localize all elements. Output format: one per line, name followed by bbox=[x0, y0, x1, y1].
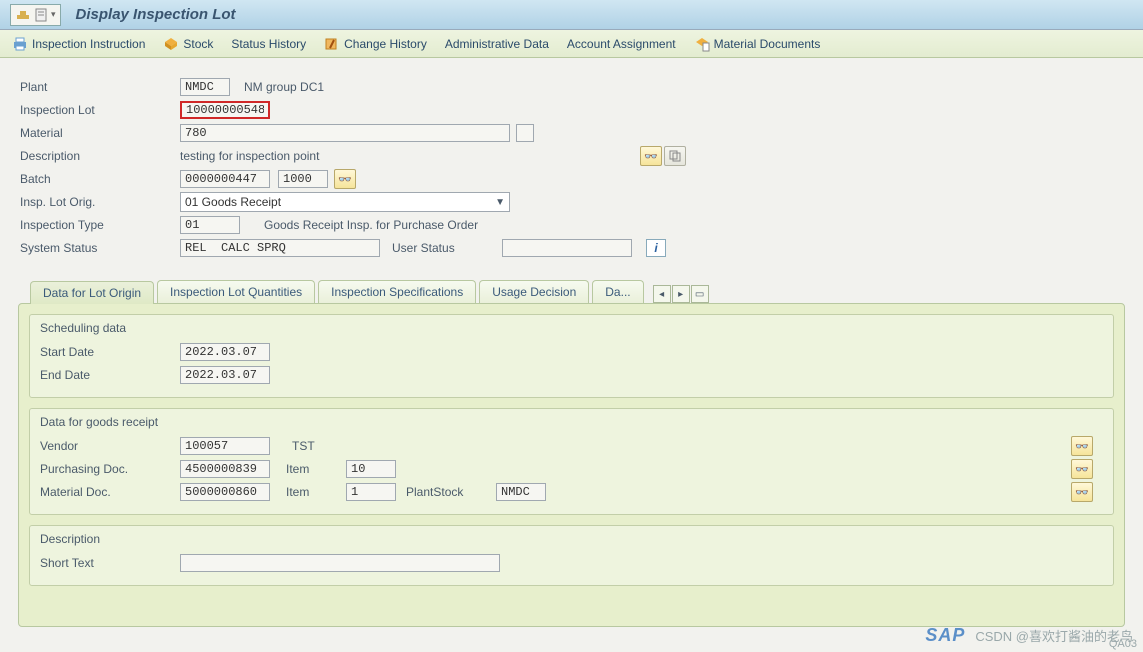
plant-desc: NM group DC1 bbox=[244, 80, 324, 94]
end-date-label: End Date bbox=[40, 368, 180, 382]
tab-lot-quantities[interactable]: Inspection Lot Quantities bbox=[157, 280, 315, 303]
matdoc-label: Material Doc. bbox=[40, 485, 180, 499]
start-date-field[interactable] bbox=[180, 343, 270, 361]
tab-more[interactable]: Da... bbox=[592, 280, 643, 303]
goods-receipt-title: Data for goods receipt bbox=[40, 415, 1103, 429]
batch-label: Batch bbox=[20, 172, 180, 186]
vendor-detail-button[interactable]: 👓 bbox=[1071, 436, 1093, 456]
plant-label: Plant bbox=[20, 80, 180, 94]
copy-icon bbox=[669, 150, 681, 162]
description-groupbox: Description Short Text bbox=[29, 525, 1114, 586]
plantstock-label: PlantStock bbox=[406, 485, 496, 499]
tab-list-button[interactable]: ▭ bbox=[691, 285, 709, 303]
shorttext-label: Short Text bbox=[40, 556, 180, 570]
item2-field[interactable] bbox=[346, 483, 396, 501]
material-field[interactable] bbox=[180, 124, 510, 142]
tab-scroll-controls: ◂ ▸ ▭ bbox=[653, 285, 709, 303]
watermark: SAP CSDN @喜欢打酱油的老鸟 bbox=[925, 625, 1133, 646]
tabs-bar: Data for Lot Origin Inspection Lot Quant… bbox=[18, 280, 1125, 303]
page-title: Display Inspection Lot bbox=[76, 6, 236, 23]
inspection-instruction-link[interactable]: Inspection Instruction bbox=[12, 36, 145, 52]
title-icon-group[interactable]: ▾ bbox=[10, 4, 61, 26]
description-detail-button[interactable]: 👓 bbox=[640, 146, 662, 166]
item1-field[interactable] bbox=[346, 460, 396, 478]
material-label: Material bbox=[20, 126, 180, 140]
tab-usage-decision[interactable]: Usage Decision bbox=[479, 280, 589, 303]
batch-detail-button[interactable]: 👓 bbox=[334, 169, 356, 189]
dropdown-arrow-icon: ▾ bbox=[51, 9, 56, 20]
insp-type-field[interactable] bbox=[180, 216, 240, 234]
description-label: Description bbox=[20, 149, 180, 163]
desc-group-title: Description bbox=[40, 532, 1103, 546]
shorttext-field[interactable] bbox=[180, 554, 500, 572]
tabs-wrap: Data for Lot Origin Inspection Lot Quant… bbox=[18, 280, 1125, 627]
chevron-down-icon: ▼ bbox=[495, 197, 505, 208]
plant-field[interactable] bbox=[180, 78, 230, 96]
purchdoc-label: Purchasing Doc. bbox=[40, 462, 180, 476]
insp-lot-orig-dropdown[interactable]: 01 Goods Receipt ▼ bbox=[180, 192, 510, 212]
scheduling-title: Scheduling data bbox=[40, 321, 1103, 335]
title-bar: ▾ Display Inspection Lot bbox=[0, 0, 1143, 30]
hat-icon bbox=[15, 7, 31, 23]
description-copy-button[interactable] bbox=[664, 146, 686, 166]
matdoc-field[interactable] bbox=[180, 483, 270, 501]
material-doc-icon bbox=[694, 36, 710, 52]
vendor-label: Vendor bbox=[40, 439, 180, 453]
batch-field[interactable] bbox=[180, 170, 270, 188]
inspection-lot-field[interactable] bbox=[180, 101, 270, 119]
status-info-button[interactable]: i bbox=[646, 239, 666, 257]
toolbar: Inspection Instruction Stock Status Hist… bbox=[0, 30, 1143, 58]
transaction-code: QA03 bbox=[1109, 638, 1137, 650]
printer-icon bbox=[12, 36, 28, 52]
change-history-link[interactable]: Change History bbox=[324, 36, 427, 52]
scheduling-groupbox: Scheduling data Start Date End Date bbox=[29, 314, 1114, 398]
material-extra-box[interactable] bbox=[516, 124, 534, 142]
vendor-field[interactable] bbox=[180, 437, 270, 455]
stock-icon bbox=[163, 36, 179, 52]
vendor-name: TST bbox=[292, 439, 315, 453]
goods-receipt-groupbox: Data for goods receipt Vendor TST 👓 Purc… bbox=[29, 408, 1114, 515]
tab-scroll-left-button[interactable]: ◂ bbox=[653, 285, 671, 303]
item2-label: Item bbox=[286, 485, 346, 499]
plantstock-field[interactable] bbox=[496, 483, 546, 501]
user-status-field bbox=[502, 239, 632, 257]
start-date-label: Start Date bbox=[40, 345, 180, 359]
user-status-label: User Status bbox=[392, 241, 472, 255]
matdoc-detail-button[interactable]: 👓 bbox=[1071, 482, 1093, 502]
tab-scroll-right-button[interactable]: ▸ bbox=[672, 285, 690, 303]
admin-data-link[interactable]: Administrative Data bbox=[445, 37, 549, 51]
insp-type-label: Inspection Type bbox=[20, 218, 180, 232]
purchdoc-detail-button[interactable]: 👓 bbox=[1071, 459, 1093, 479]
main-form: Plant NM group DC1 Inspection Lot Materi… bbox=[0, 58, 1143, 266]
batch-extra-field[interactable] bbox=[278, 170, 328, 188]
sap-logo: SAP bbox=[925, 625, 965, 646]
tab-panel-lot-origin: Scheduling data Start Date End Date Data… bbox=[18, 303, 1125, 627]
material-documents-link[interactable]: Material Documents bbox=[694, 36, 821, 52]
insp-lot-orig-label: Insp. Lot Orig. bbox=[20, 195, 180, 209]
doc-icon bbox=[33, 7, 49, 23]
stock-link[interactable]: Stock bbox=[163, 36, 213, 52]
insp-type-desc: Goods Receipt Insp. for Purchase Order bbox=[264, 218, 478, 232]
inspection-lot-label: Inspection Lot bbox=[20, 103, 180, 117]
status-history-link[interactable]: Status History bbox=[231, 37, 306, 51]
end-date-field[interactable] bbox=[180, 366, 270, 384]
system-status-label: System Status bbox=[20, 241, 180, 255]
purchdoc-field[interactable] bbox=[180, 460, 270, 478]
item1-label: Item bbox=[286, 462, 346, 476]
account-assignment-link[interactable]: Account Assignment bbox=[567, 37, 676, 51]
change-history-icon bbox=[324, 36, 340, 52]
tab-specifications[interactable]: Inspection Specifications bbox=[318, 280, 476, 303]
tab-lot-origin[interactable]: Data for Lot Origin bbox=[30, 281, 154, 304]
description-value: testing for inspection point bbox=[180, 149, 640, 163]
system-status-field bbox=[180, 239, 380, 257]
